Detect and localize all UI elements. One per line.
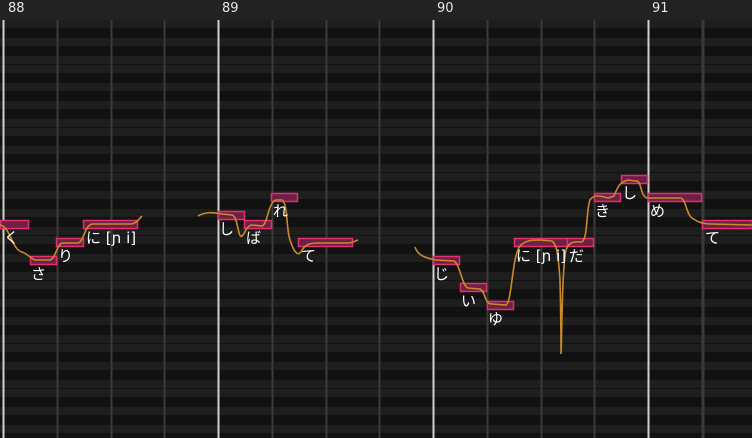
note-lyric[interactable]: れ — [273, 203, 288, 219]
timeline-ruler[interactable]: 88 89 90 91 — [0, 0, 752, 20]
pitch-row — [0, 29, 752, 37]
pitch-rows — [0, 0, 752, 438]
pitch-row — [0, 47, 752, 55]
pitch-row — [0, 299, 752, 307]
note-block — [486, 300, 515, 311]
pitch-row — [0, 155, 752, 163]
pitch-row — [0, 38, 752, 46]
pitch-row — [0, 317, 752, 325]
pitch-row — [0, 101, 752, 109]
note-lyric[interactable]: さ — [31, 266, 46, 282]
pitch-row — [0, 56, 752, 64]
pitch-row — [0, 335, 752, 343]
note-lyric[interactable]: り — [58, 248, 73, 264]
note-lyric[interactable]: き — [595, 203, 610, 219]
pitch-row — [0, 83, 752, 91]
pitch-row — [0, 281, 752, 289]
piano-roll-canvas[interactable] — [0, 0, 752, 438]
note-lyric[interactable]: て — [705, 230, 720, 246]
pitch-row — [0, 344, 752, 352]
pitch-row — [0, 128, 752, 136]
note-lyric[interactable]: し — [622, 185, 637, 201]
note-block — [620, 174, 649, 185]
pitch-row — [0, 290, 752, 298]
pitch-row — [0, 119, 752, 127]
pitch-row — [0, 191, 752, 199]
measure-label-90: 90 — [437, 1, 454, 16]
note-lyric[interactable]: ゆ — [488, 311, 503, 327]
note-lyric[interactable]: だ — [569, 248, 584, 264]
pitch-row — [0, 110, 752, 118]
pitch-row — [0, 353, 752, 361]
note-lyric[interactable]: し — [219, 221, 234, 237]
measure-label-89: 89 — [222, 1, 239, 16]
pitch-row — [0, 407, 752, 415]
pitch-row — [0, 425, 752, 433]
pitch-row — [0, 92, 752, 100]
pitch-row — [0, 164, 752, 172]
note-lyric[interactable]: い — [461, 293, 476, 309]
note-lyric[interactable]: め — [650, 203, 665, 219]
piano-roll-editor[interactable]: 88 89 90 91 く さ り に [ɲ i] し ば れ て じ い ゆ … — [0, 0, 752, 438]
note-lyric[interactable]: に [ɲ i] — [516, 248, 566, 264]
pitch-row — [0, 416, 752, 424]
pitch-row — [0, 272, 752, 280]
pitch-row — [0, 380, 752, 388]
pitch-row — [0, 20, 752, 28]
pitch-row — [0, 371, 752, 379]
pitch-row — [0, 362, 752, 370]
measure-label-91: 91 — [652, 1, 669, 16]
pitch-row — [0, 389, 752, 397]
pitch-row — [0, 308, 752, 316]
pitch-row — [0, 263, 752, 271]
pitch-row — [0, 146, 752, 154]
note-lyric[interactable]: じ — [434, 266, 449, 282]
note-lyric[interactable]: ば — [246, 230, 261, 246]
pitch-row — [0, 65, 752, 73]
pitch-row — [0, 200, 752, 208]
pitch-row — [0, 398, 752, 406]
measure-label-88: 88 — [8, 1, 25, 16]
note-lyric[interactable]: て — [301, 248, 316, 264]
pitch-row — [0, 434, 752, 438]
pitch-row — [0, 137, 752, 145]
note-lyric[interactable]: に [ɲ i] — [86, 230, 136, 246]
pitch-row — [0, 74, 752, 82]
note-lyric[interactable]: く — [4, 230, 19, 246]
pitch-row — [0, 209, 752, 217]
pitch-row — [0, 254, 752, 262]
pitch-row — [0, 326, 752, 334]
